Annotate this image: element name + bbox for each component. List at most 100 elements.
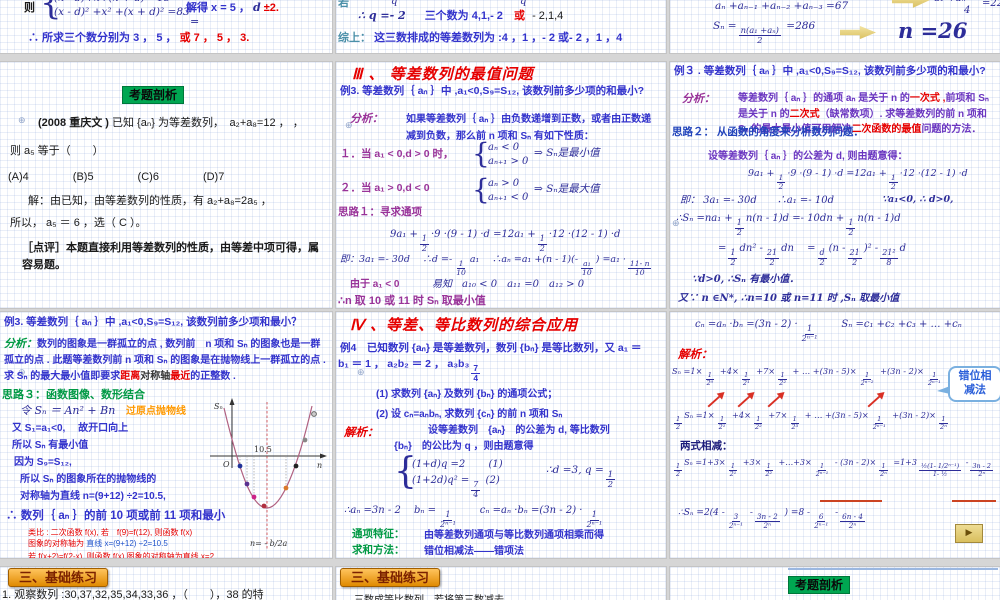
practice-question-1: 1. 观察数列 :30,37,32,35,34,33,36 ，（ ），38 的特 [2,589,264,600]
analysis-text: 等差数列｛ aₙ ｝的通项 aₙ 是关于 n 的 [738,93,910,104]
summary-label: 综上： [338,32,371,44]
section-title: Ⅲ 、 等差数列的最值问题 [352,66,534,83]
case2-text: ２．当 a₁ > 0,d < 0 [340,182,430,194]
alt-numbers: - 2,1,4 [532,10,564,22]
solution-label: 解析： [344,427,379,439]
variable-d: d [252,1,261,14]
parabola-graph: Sₙ O n 10.5 n= - b/2a [210,398,327,550]
sn-expansion: ∴Sₙ =na₁ +1 2 n(n - 1)d =- 10dn +1 2 n(n - 1… [676,213,901,237]
problem-text: 已知 {aₙ} 为等差数列， a₂+a₈=12 ， ， [111,117,304,129]
cn-and-sn-definition: cₙ =aₙ ·bₙ =(3n - 2) · 1 2ⁿ⁻¹ Sₙ =c₁ +c₂ +… [695,319,962,343]
solution-label: 解析： [678,349,713,361]
conclusion: 又∵ n ∈N*, ∴n=10 或 n=11 时 ,Sₙ 取最小值 [678,293,900,304]
stray-equals: = [190,15,200,28]
example-statement: 例3. 等差数列｛ aₙ ｝中 ,a₁<0,S₉=S₁₂, 该数列前多少项和最小… [4,316,302,328]
next-slide-button[interactable]: ▶ [955,524,983,543]
slide-exam-analysis[interactable]: 考题剖析 ⊕ (2008 重庆文 ) 已知 {aₙ} 为等差数列， a₂+a₈=… [0,62,332,308]
point-stems [239,456,287,497]
through-origin-note: 过原点抛物线 [126,406,186,417]
exam-analysis-badge: 考题剖析 [122,86,185,104]
system-equation-2: (1+2d)q² = 7 4 (2) [412,475,500,499]
thread2-line: 思路２： 从函数的角度来分析数列问题． [672,126,864,140]
analysis-label: 分析： [682,93,715,105]
shift-arrow-icon [737,394,752,408]
slide-minmax-thread2[interactable]: 例３ . 等差数列｛ aₙ ｝中 ,a₁<0,S₉=S₁₂, 该数列前多少项的和… [670,62,1000,308]
question-2: (2) 设 cₙ=aₙbₙ, 求数列 {cₙ} 的前 n 项和 Sₙ [376,409,563,420]
case2-condition-top: aₙ > 0 [488,178,520,189]
section-title: Ⅳ 、等差、等比数列的综合应用 [350,317,579,334]
slide-minmax-thread1[interactable]: Ⅲ 、 等差数列的最值问题 例3. 等差数列｛ aₙ ｝中 ,a₁<0,S₉=S… [336,62,666,308]
conclusion: ∴ 数列｛ aₙ ｝的前 10 项或前 11 项和最小 [6,510,226,522]
q-equals: ∴ q =- 2 [358,9,406,22]
question-1: (1) 求数列 {aₙ} 及数列 {bₙ} 的通项公式； [376,389,558,400]
slide-basic-practice-mid-partial[interactable]: 三、基础练习 三数成等比数列，若将第三数减去 [336,567,666,600]
practice-question-partial: 三数成等比数列，若将第三数减去 [354,594,504,600]
slide-exam-analysis-next-partial[interactable]: 考题剖析 [670,567,1000,600]
plus-minus-two: ±2. [263,2,279,14]
method-label: 求和方法： [352,544,405,556]
value-22-fragment: =22 [982,0,1000,9]
red-underline [952,500,996,502]
slide-staggered-subtraction[interactable]: cₙ =aₙ ·bₙ =(3n - 2) · 1 2ⁿ⁻¹ Sₙ =c₁ +c₂ +… [670,312,1000,558]
shift-arrow-icon [867,394,882,408]
sum-fragment-clipped: a₁ +aₙ = [934,0,977,5]
answer-options: (A)4 (B)5 (C)6 (D)7 [8,171,225,183]
example4-line1: 例4 已知数列 {aₙ} 是等差数列，数列 {bₙ} 是等比数列，又 a₁ ＝ [340,342,642,354]
sign-reasoning: ∵a₁<0, ∴ d>0, [882,194,954,205]
sn-expanded-series: Sₙ =1× 1 2⁰ +4× 1 2¹ +7× 1 2² + … +(3n - 5)× 1 2… [672,366,941,388]
because-s9-s12: 因为 S₉=S₁₂, [14,457,72,468]
feature-label: 通项特征： [352,528,405,540]
equation-top-clipped: (x - d)+x+(x + d) =15 [54,0,170,6]
or-word: 或 [514,10,525,22]
slide-minmax-thread3[interactable]: 例3. 等差数列｛ aₙ ｝中 ,a₁<0,S₉=S₁₂, 该数列前多少项和最小… [0,312,332,558]
slide-combined-application[interactable]: Ⅳ 、等差、等比数列的综合应用 例4 已知数列 {aₙ} 是等差数列，数列 {b… [336,312,666,558]
exam-analysis-badge: 考题剖析 [788,576,851,594]
slide-n-equals-26-partial[interactable]: aₙ +aₙ₋₁ +aₙ₋₂ +aₙ₋₃ =67 a₁ +aₙ = 4 =22 … [670,0,1000,53]
conclusion: ∴n 取 10 或 11 时 Sₙ 取最小值 [338,295,486,307]
keyword-quadratic: 二次式 [789,108,820,120]
setup-line-1: 设等差数列 {aₙ} 的公差为 d, 等比数列 [428,425,610,436]
y-axis-arrow [229,398,235,405]
crosshair-mark: ⊕ [357,367,365,377]
yellow-arrow-icon [892,0,930,8]
parabola-formula: 令 Sₙ ＝ An² + Bn [20,404,116,417]
since-a1-negative: 由于 a₁ < 0 [350,279,400,290]
basic-practice-banner: 三、基础练习 [340,568,441,587]
staggered-method-callout: 错位相减法 [937,366,1000,402]
conclusion-red: 或 7 ， 5 ， 3. [179,32,250,44]
data-points [237,411,317,509]
setup-line: 设等差数列｛ aₙ ｝的公差为 d, 则由题意得： [708,151,908,162]
slide-three-numbers-partial[interactable]: 则 { (x - d)+x+(x + d) =15 (x - d)² +x² +… [0,0,332,53]
slide-geometric-three-numbers-partial[interactable]: 若 q q ∴ q =- 2 三个数为 4,1,- 2 或 - 2,1,4 综上… [336,0,666,53]
general-term-equation: 即：3a₁ =- 30d ∴d =- 1 10 a₁ ∴aₙ =a₁ +(n - 1)… [340,254,652,278]
shift-arrow-icon [767,394,782,408]
graph-x-label: n [317,461,322,470]
shift-arrow-icon [707,394,722,408]
q-fragment-1: q [391,0,398,7]
case1-text: １．当 a₁ < 0,d > 0 时， [340,148,454,160]
red-underline [820,500,882,502]
result-n26: n =26 [898,18,968,43]
example-statement: 例３ . 等差数列｛ aₙ ｝中 ,a₁<0,S₉=S₁₂, 该数列前多少项的和… [674,65,986,77]
thread1-label: 思路１：寻求通项 [338,206,422,218]
half-sn-series: 1 2 Sₙ =1× 1 2¹ +4× 1 2² +7× 1 2³ + … +(3n - 5)×… [674,410,948,432]
analogy-note-2: 图象的对称轴为 直线 x=(9+12) ÷2=10.5 [28,539,168,549]
solve-text: 解得 x = 5 ， [186,2,250,14]
example-statement: 例3. 等差数列｛ aₙ ｝中 ,a₁<0,S₉=S₁₂, 该数列前多少项的和最… [340,85,645,97]
case2-condition-bottom: aₙ₊₁ < 0 [488,192,529,203]
thread2-text: 从函数的角度来分析数列问题． [716,126,864,138]
crosshair-mark: ⊕ [672,218,680,228]
analogy-note-3: 若 f(x+2)=f(2-x), 则函数 f(x) 图象的对称轴为直线 x=2 [28,552,215,558]
keyword-distance: 距离 [120,370,141,382]
case1-result: ⇒ Sₙ是最小值 [534,147,600,159]
slide-basic-practice-left-partial[interactable]: 三、基础练习 1. 观察数列 :30,37,32,35,34,33,36 ，（ … [0,567,332,600]
system-equation-1: (1+d)q =2 (1) [412,459,503,470]
crosshair-mark: ⊕ [18,115,26,125]
header-rule [788,568,998,570]
thread3-label: 思路３：函数图像、数形结合 [2,389,145,401]
graph-vertex-formula: n= - b/2a [250,539,288,548]
analogy-note-2a: 图象的对称轴为 [28,539,84,548]
q-fragment-2: q [520,0,527,7]
slide-handout-grid: 则 { (x - d)+x+(x + d) =15 (x - d)² +x² +… [0,0,1000,600]
analysis-text: 的正整数 . [190,370,236,382]
